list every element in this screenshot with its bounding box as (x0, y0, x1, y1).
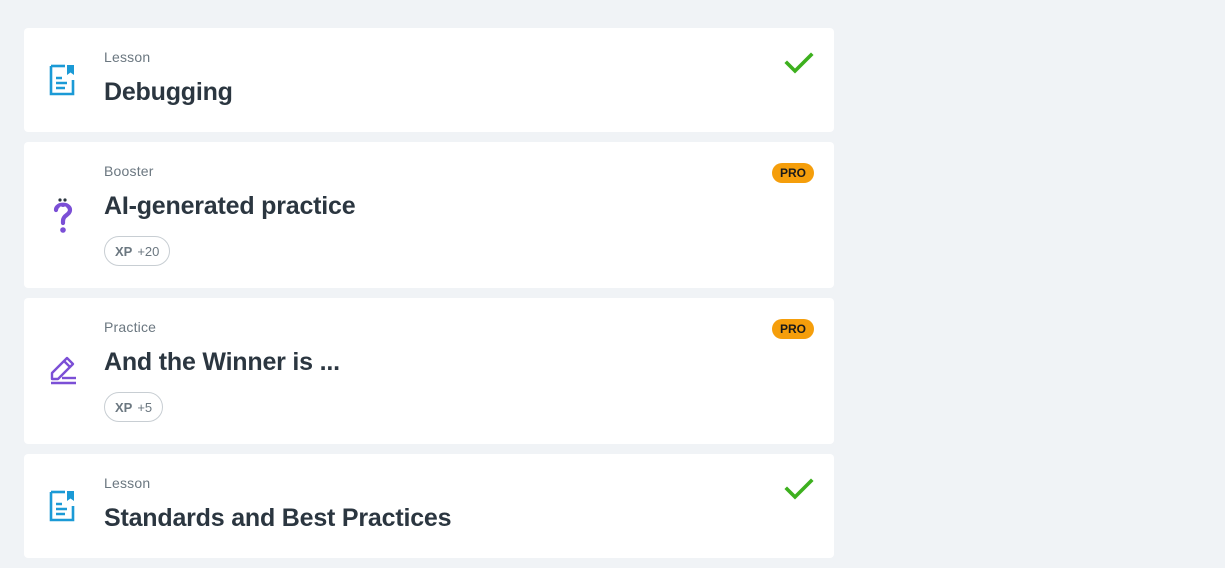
lesson-list: Lesson Debugging Booster AI-generated pr… (24, 28, 834, 568)
list-item-debugging[interactable]: Lesson Debugging (24, 28, 834, 132)
lesson-document-icon (48, 489, 78, 523)
item-title: Debugging (104, 78, 233, 106)
list-item-ai-generated-practice[interactable]: Booster AI-generated practice XP +20 PRO (24, 142, 834, 288)
question-mark-icon (48, 197, 78, 233)
item-title: And the Winner is ... (104, 348, 340, 376)
item-title: Standards and Best Practices (104, 504, 452, 532)
pro-badge: PRO (771, 319, 814, 339)
list-item-and-the-winner-is[interactable]: Practice And the Winner is ... XP +5 PRO (24, 298, 834, 444)
checkmark-icon (784, 50, 814, 76)
item-type-label: Lesson (104, 475, 151, 491)
pencil-edit-icon (48, 353, 78, 387)
lesson-document-icon (48, 63, 78, 97)
item-type-label: Lesson (104, 49, 151, 65)
xp-value: +20 (137, 243, 160, 259)
item-title: AI-generated practice (104, 192, 356, 220)
checkmark-icon (784, 476, 814, 502)
xp-label: XP (115, 243, 133, 259)
pro-badge: PRO (771, 163, 814, 183)
xp-badge: XP +5 (104, 392, 164, 422)
xp-label: XP (115, 399, 133, 415)
list-item-standards-and-best-practices[interactable]: Lesson Standards and Best Practices (24, 454, 834, 558)
item-type-label: Practice (104, 319, 157, 335)
xp-badge: XP +20 (104, 236, 171, 266)
xp-value: +5 (137, 399, 153, 415)
item-type-label: Booster (104, 163, 154, 179)
